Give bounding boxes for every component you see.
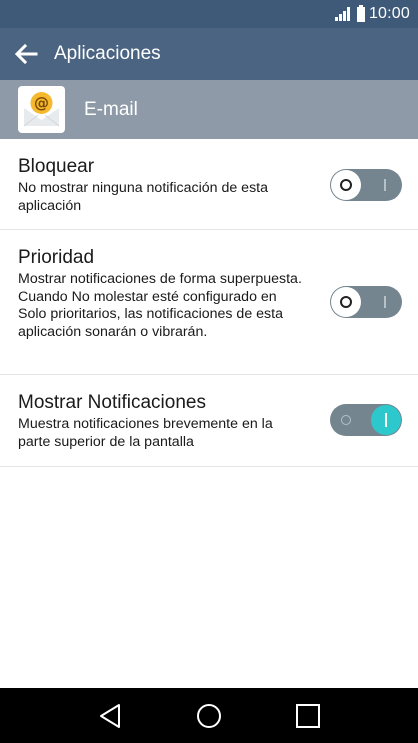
app-name: E-mail [84,98,138,120]
svg-text:@: @ [34,94,49,112]
bloquear-toggle[interactable] [330,169,402,201]
setting-row-bloquear[interactable]: Bloquear No mostrar ninguna notificación… [0,139,418,230]
mostrar-notificaciones-toggle[interactable] [330,404,402,436]
nav-recents-icon [296,703,321,728]
setting-text: Mostrar Notificaciones Muestra notificac… [18,391,308,451]
navigation-bar [0,688,418,743]
screen: 10:00 Aplicaciones @ E-mail Bloquear No … [0,0,418,743]
nav-back-button[interactable] [90,696,130,736]
setting-text: Prioridad Mostrar notificaciones de form… [18,246,308,341]
toggle-knob [331,287,361,317]
setting-title: Mostrar Notificaciones [18,392,206,413]
setting-row-mostrar-notificaciones[interactable]: Mostrar Notificaciones Muestra notificac… [0,375,418,467]
battery-icon [356,4,365,22]
toggle-track-mark [341,415,351,425]
toggle-knob [331,170,361,200]
setting-description: Mostrar notificaciones de forma superpue… [18,271,302,340]
back-button[interactable] [12,40,40,68]
toggle-track-mark [384,296,386,308]
setting-title: Prioridad [18,247,95,268]
signal-icon [334,7,351,21]
status-time: 10:00 [368,5,410,22]
email-at-icon: @ [18,86,65,133]
setting-title: Bloquear [18,156,95,177]
toggle-track-mark [384,179,386,191]
app-bar: Aplicaciones [0,28,418,80]
setting-text: Bloquear No mostrar ninguna notificación… [18,155,308,215]
toggle-knob [371,405,401,435]
nav-recents-button[interactable] [288,696,328,736]
page-title: Aplicaciones [54,43,161,64]
nav-home-icon [196,703,221,728]
status-bar: 10:00 [0,0,418,28]
setting-description: No mostrar ninguna notificación de esta … [18,180,268,214]
nav-home-button[interactable] [189,696,229,736]
nav-back-icon [99,703,120,728]
arrow-left-icon [14,43,38,65]
setting-row-prioridad[interactable]: Prioridad Mostrar notificaciones de form… [0,230,418,375]
settings-list: Bloquear No mostrar ninguna notificación… [0,139,418,467]
app-header: @ E-mail [0,80,418,139]
setting-description: Muestra notificaciones brevemente en la … [18,416,273,450]
prioridad-toggle[interactable] [330,286,402,318]
